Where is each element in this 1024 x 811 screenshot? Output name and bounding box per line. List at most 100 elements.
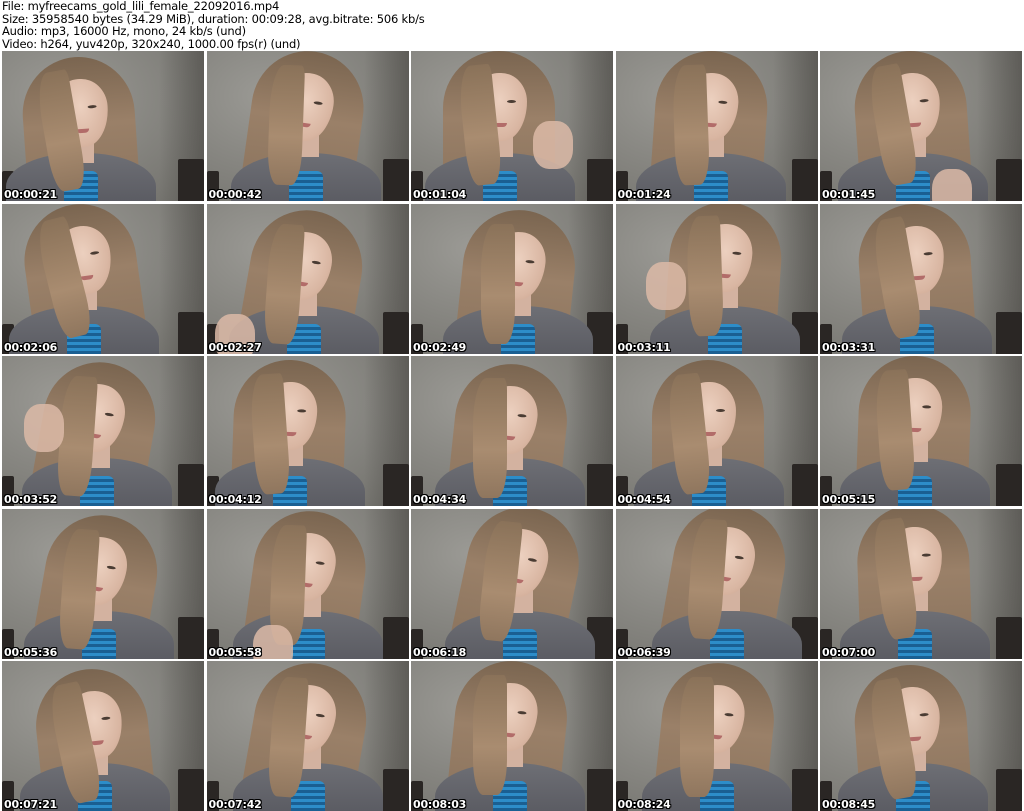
frame-timestamp: 00:01:04 <box>413 188 467 201</box>
frame-timestamp: 00:07:21 <box>4 798 58 811</box>
background-furniture <box>996 311 1022 354</box>
hair-strands <box>473 378 507 498</box>
eye <box>312 101 323 106</box>
video-frame-thumbnail: 00:04:54 <box>615 356 818 506</box>
frame-timestamp: 00:08:45 <box>822 798 876 811</box>
video-frame-thumbnail: 00:05:36 <box>2 508 204 659</box>
hair-strands <box>473 675 507 795</box>
video-frame-thumbnail: 00:04:34 <box>411 356 613 506</box>
video-frame-thumbnail: 00:01:24 <box>615 51 818 201</box>
frame-timestamp: 00:02:27 <box>208 340 262 354</box>
background-furniture <box>791 159 818 201</box>
video-frame-thumbnail: 00:07:42 <box>206 661 409 811</box>
eye <box>517 710 527 715</box>
hand <box>24 404 64 452</box>
hand <box>932 169 972 201</box>
video-frame-thumbnail: 00:07:21 <box>2 661 204 811</box>
video-frame-thumbnail: 00:02:27 <box>206 203 409 354</box>
frame-timestamp: 00:05:15 <box>822 493 876 506</box>
eye <box>527 557 538 562</box>
file-name-line: File: myfreecams_gold_lili_female_220920… <box>2 0 280 13</box>
hair-strands <box>671 64 710 186</box>
background-furniture <box>178 311 204 354</box>
eye <box>715 409 725 412</box>
background-furniture <box>587 464 613 506</box>
frame-timestamp: 00:02:06 <box>4 340 58 354</box>
hand <box>645 261 686 310</box>
background-furniture <box>996 464 1022 506</box>
video-frame-thumbnail: 00:06:39 <box>615 508 818 659</box>
background-furniture <box>996 159 1022 201</box>
frame-timestamp: 00:01:24 <box>617 188 671 201</box>
video-frame-thumbnail: 00:08:24 <box>615 661 818 811</box>
frame-timestamp: 00:04:12 <box>208 493 262 506</box>
video-frame-thumbnail: 00:00:42 <box>206 51 409 201</box>
hair-strands <box>481 223 515 344</box>
frame-timestamp: 00:05:36 <box>4 645 58 659</box>
background-furniture <box>791 464 818 506</box>
eye <box>723 712 734 717</box>
eye <box>314 560 325 565</box>
video-info-line: Video: h264, yuv420p, 320x240, 1000.00 f… <box>2 36 301 51</box>
video-frame-thumbnail: 00:03:31 <box>820 203 1022 354</box>
video-frame-thumbnail: 00:03:52 <box>2 356 204 506</box>
frame-timestamp: 00:00:21 <box>4 188 58 201</box>
frame-timestamp: 00:08:03 <box>413 798 467 811</box>
frame-timestamp: 00:06:39 <box>617 645 671 659</box>
video-frame-thumbnail: 00:07:00 <box>820 508 1022 659</box>
eye <box>731 251 741 255</box>
background-furniture <box>178 159 204 201</box>
video-frame-thumbnail: 00:06:18 <box>411 508 613 659</box>
video-frame-thumbnail: 00:01:45 <box>820 51 1022 201</box>
frame-timestamp: 00:05:58 <box>208 645 262 659</box>
frame-timestamp: 00:06:18 <box>413 645 467 659</box>
eye <box>101 716 111 721</box>
eye <box>315 713 325 718</box>
frame-timestamp: 00:02:49 <box>413 340 467 354</box>
frame-timestamp: 00:04:34 <box>413 493 467 506</box>
background-furniture <box>996 616 1022 659</box>
eye <box>106 564 116 570</box>
mouth <box>80 274 94 281</box>
background-furniture <box>382 311 409 354</box>
video-frame-thumbnail: 00:05:15 <box>820 356 1022 506</box>
frame-timestamp: 00:03:11 <box>617 340 671 354</box>
eye <box>734 554 744 560</box>
frame-timestamp: 00:03:52 <box>4 493 58 506</box>
frame-timestamp: 00:03:31 <box>822 340 876 354</box>
video-frame-thumbnail: 00:02:06 <box>2 203 204 354</box>
eye <box>296 409 306 413</box>
background-furniture <box>382 769 409 811</box>
background-furniture <box>382 464 409 506</box>
frame-timestamp: 00:07:00 <box>822 645 876 659</box>
eye <box>921 552 931 557</box>
frame-timestamp: 00:04:54 <box>617 493 671 506</box>
eye <box>919 712 929 717</box>
video-frame-thumbnail: 00:04:12 <box>206 356 409 506</box>
background-furniture <box>178 616 204 659</box>
eye <box>923 251 933 256</box>
frame-timestamp: 00:01:45 <box>822 188 876 201</box>
background-furniture <box>178 769 204 811</box>
video-frame-thumbnail: 00:03:11 <box>615 203 818 354</box>
eye <box>525 259 535 264</box>
eye <box>507 100 516 103</box>
eye <box>311 259 321 265</box>
eye <box>919 98 929 103</box>
frame-timestamp: 00:00:42 <box>208 188 262 201</box>
eye <box>717 100 727 105</box>
eye <box>922 405 932 409</box>
background-furniture <box>382 616 409 659</box>
video-frame-thumbnail: 00:00:21 <box>2 51 204 201</box>
thumbnail-grid: 00:00:21 00:00:42 00:01:04 00:01:24 00:01:45… <box>2 51 1022 811</box>
eye <box>104 412 114 417</box>
background-furniture <box>178 464 204 506</box>
eye <box>89 250 100 255</box>
background-furniture <box>382 159 409 201</box>
video-frame-thumbnail: 00:08:45 <box>820 661 1022 811</box>
background-furniture <box>791 769 818 811</box>
background-furniture <box>587 159 613 201</box>
hair-strands <box>685 214 724 337</box>
audio-info-line: Audio: mp3, 16000 Hz, mono, 24 kb/s (und… <box>2 24 246 38</box>
background-furniture <box>587 769 613 811</box>
